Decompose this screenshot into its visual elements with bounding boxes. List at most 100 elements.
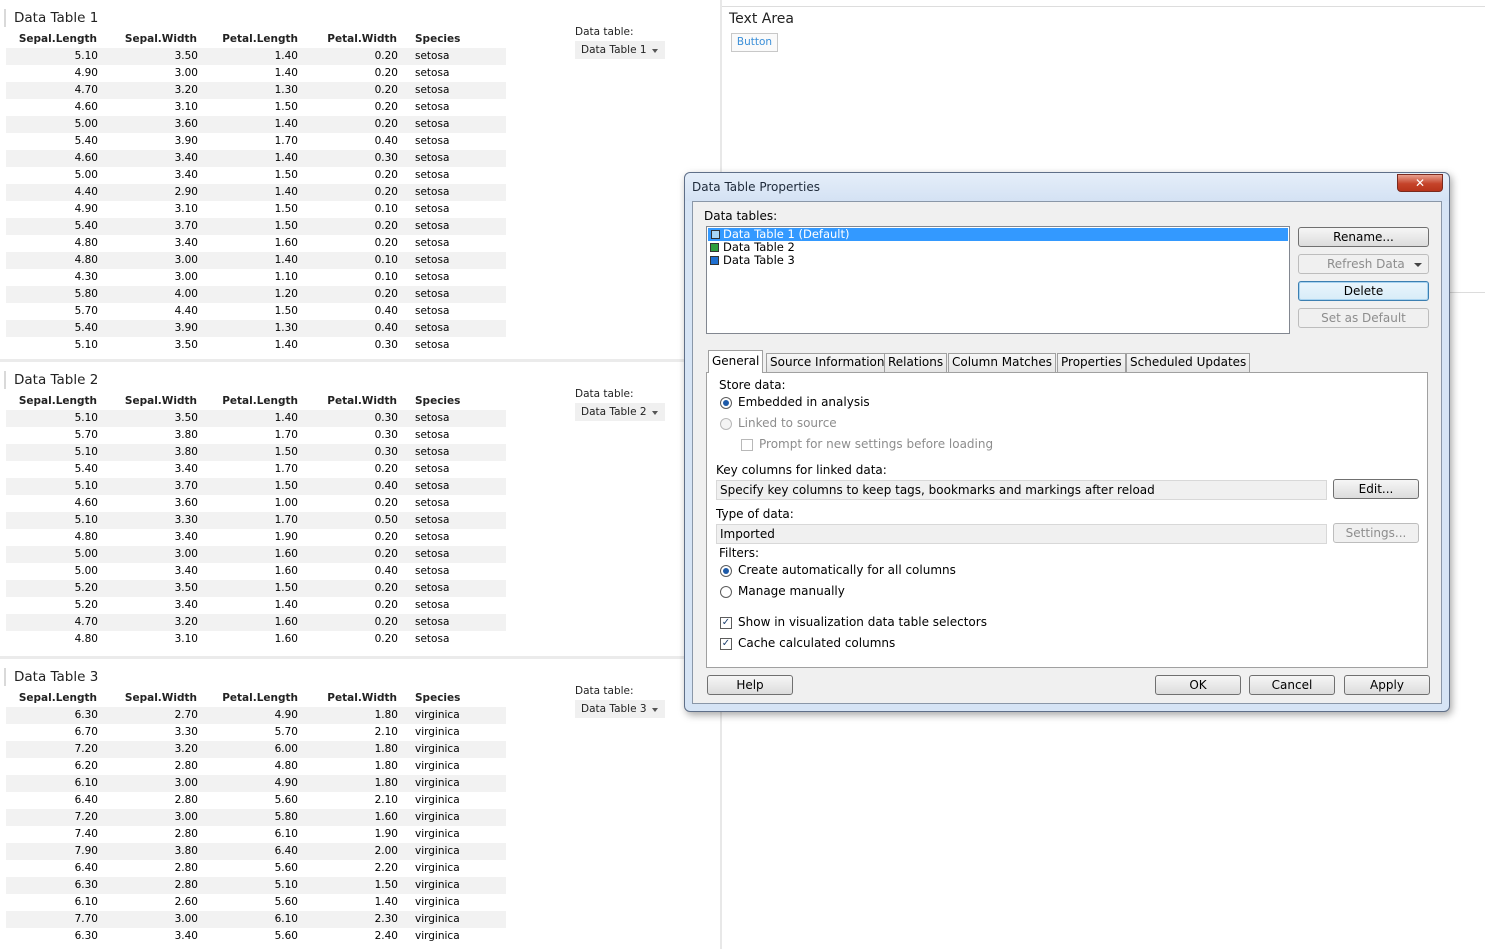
edit-button[interactable]: Edit...	[1333, 479, 1419, 499]
table-row[interactable]: 5.10 3.50 1.40 0.30 setosa	[6, 337, 506, 354]
tab-source-information[interactable]: Source Information	[766, 353, 889, 372]
table-cell: 3.00	[174, 777, 198, 789]
rename-button[interactable]: Rename...	[1298, 227, 1429, 247]
table-row[interactable]: 4.70 3.20 1.30 0.20 setosa	[6, 82, 506, 99]
table-cell: 4.80	[74, 254, 98, 266]
data-table-dropdown[interactable]: Data Table 2	[575, 403, 665, 421]
column-header[interactable]: Petal.Width	[327, 689, 397, 707]
table-row[interactable]: 6.10 3.00 4.90 1.80 virginica	[6, 775, 506, 792]
table-row[interactable]: 5.40 3.90 1.70 0.40 setosa	[6, 133, 506, 150]
table-row[interactable]: 4.90 3.00 1.40 0.20 setosa	[6, 65, 506, 82]
table-row[interactable]: 5.10 3.70 1.50 0.40 setosa	[6, 478, 506, 495]
table-row[interactable]: 4.60 3.10 1.50 0.20 setosa	[6, 99, 506, 116]
column-header[interactable]: Petal.Width	[327, 30, 397, 48]
column-header[interactable]: Petal.Length	[222, 689, 298, 707]
check-icon: ✓	[721, 638, 731, 649]
table-row[interactable]: 5.10 3.30 1.70 0.50 setosa	[6, 512, 506, 529]
table-cell: virginica	[415, 726, 460, 738]
table-row[interactable]: 6.30 3.40 5.60 2.40 virginica	[6, 928, 506, 945]
filter-manual-radio[interactable]	[720, 586, 732, 598]
table-row[interactable]: 5.40 3.40 1.70 0.20 setosa	[6, 461, 506, 478]
dropdown-arrow-icon	[652, 49, 658, 53]
table-cell: 5.40	[74, 220, 98, 232]
close-button[interactable]: ✕	[1397, 174, 1443, 192]
table-row[interactable]: 7.20 3.20 6.00 1.80 virginica	[6, 741, 506, 758]
show-in-selectors-checkbox[interactable]: ✓	[720, 617, 732, 629]
table-row[interactable]: 5.00 3.00 1.60 0.20 setosa	[6, 546, 506, 563]
table-row[interactable]: 5.20 3.50 1.50 0.20 setosa	[6, 580, 506, 597]
data-table-list-item[interactable]: Data Table 1 (Default)	[708, 228, 1288, 241]
table-row[interactable]: 5.10 3.80 1.50 0.30 setosa	[6, 444, 506, 461]
filter-auto-radio[interactable]	[720, 565, 732, 577]
table-row[interactable]: 4.30 3.00 1.10 0.10 setosa	[6, 269, 506, 286]
table-row[interactable]: 6.20 2.80 4.80 1.80 virginica	[6, 758, 506, 775]
cancel-button[interactable]: Cancel	[1249, 675, 1335, 695]
table-row[interactable]: 4.90 3.10 1.50 0.10 setosa	[6, 201, 506, 218]
table-row[interactable]: 5.00 3.40 1.60 0.40 setosa	[6, 563, 506, 580]
data-table-dropdown[interactable]: Data Table 1	[575, 41, 665, 59]
column-header[interactable]: Species	[415, 30, 460, 48]
table-row[interactable]: 5.10 3.50 1.40 0.20 setosa	[6, 48, 506, 65]
table-cell: setosa	[415, 169, 450, 181]
embedded-radio[interactable]	[720, 397, 732, 409]
table-row[interactable]: 5.80 4.00 1.20 0.20 setosa	[6, 286, 506, 303]
cache-columns-checkbox[interactable]: ✓	[720, 638, 732, 650]
refresh-data-button[interactable]: Refresh Data	[1298, 254, 1429, 274]
table-row[interactable]: 4.80 3.40 1.90 0.20 setosa	[6, 529, 506, 546]
table-row[interactable]: 6.30 2.70 4.90 1.80 virginica	[6, 707, 506, 724]
tab-general[interactable]: General	[708, 350, 764, 373]
table-row[interactable]: 4.80 3.00 1.40 0.10 setosa	[6, 252, 506, 269]
table-row[interactable]: 4.80 3.10 1.60 0.20 setosa	[6, 631, 506, 648]
data-table-list-item[interactable]: Data Table 3	[707, 254, 1289, 267]
column-header[interactable]: Sepal.Width	[125, 689, 197, 707]
table-row[interactable]: 4.60 3.40 1.40 0.30 setosa	[6, 150, 506, 167]
table-row[interactable]: 5.40 3.70 1.50 0.20 setosa	[6, 218, 506, 235]
apply-button[interactable]: Apply	[1344, 675, 1430, 695]
column-header[interactable]: Sepal.Width	[125, 392, 197, 410]
table-row[interactable]: 5.00 3.60 1.40 0.20 setosa	[6, 116, 506, 133]
column-header[interactable]: Petal.Width	[327, 392, 397, 410]
column-header[interactable]: Sepal.Length	[19, 689, 97, 707]
column-header[interactable]: Species	[415, 689, 460, 707]
table-row[interactable]: 5.20 3.40 1.40 0.20 setosa	[6, 597, 506, 614]
column-header[interactable]: Sepal.Length	[19, 392, 97, 410]
column-header[interactable]: Petal.Length	[222, 392, 298, 410]
table-row[interactable]: 7.20 3.00 5.80 1.60 virginica	[6, 809, 506, 826]
help-button[interactable]: Help	[707, 675, 793, 695]
text-area-button[interactable]: Button	[731, 33, 778, 52]
column-header[interactable]: Sepal.Width	[125, 30, 197, 48]
table-row[interactable]: 7.90 3.80 6.40 2.00 virginica	[6, 843, 506, 860]
linked-radio[interactable]	[720, 418, 732, 430]
column-header[interactable]: Sepal.Length	[19, 30, 97, 48]
table-row[interactable]: 4.80 3.40 1.60 0.20 setosa	[6, 235, 506, 252]
table-row[interactable]: 7.40 2.80 6.10 1.90 virginica	[6, 826, 506, 843]
table-row[interactable]: 6.70 3.30 5.70 2.10 virginica	[6, 724, 506, 741]
table-row[interactable]: 4.70 3.20 1.60 0.20 setosa	[6, 614, 506, 631]
table-row[interactable]: 6.40 2.80 5.60 2.20 virginica	[6, 860, 506, 877]
column-header[interactable]: Species	[415, 392, 460, 410]
table-row[interactable]: 4.40 2.90 1.40 0.20 setosa	[6, 184, 506, 201]
table-row[interactable]: 5.70 4.40 1.50 0.40 setosa	[6, 303, 506, 320]
settings-button[interactable]: Settings...	[1333, 523, 1419, 543]
table-row[interactable]: 5.10 3.50 1.40 0.30 setosa	[6, 410, 506, 427]
delete-button[interactable]: Delete	[1298, 281, 1429, 301]
table-row[interactable]: 5.70 3.80 1.70 0.30 setosa	[6, 427, 506, 444]
tab-column-matches[interactable]: Column Matches	[948, 353, 1057, 372]
set-as-default-button[interactable]: Set as Default	[1298, 308, 1429, 328]
table-row[interactable]: 6.30 2.80 5.10 1.50 virginica	[6, 877, 506, 894]
dialog-titlebar[interactable]: Data Table Properties ✕	[685, 173, 1449, 201]
prompt-checkbox[interactable]	[741, 439, 753, 451]
table-row[interactable]: 6.40 2.80 5.60 2.10 virginica	[6, 792, 506, 809]
data-tables-list[interactable]: Data Table 1 (Default) Data Table 2 Data T…	[706, 226, 1290, 334]
tab-relations[interactable]: Relations	[884, 353, 948, 372]
tab-scheduled-updates[interactable]: Scheduled Updates	[1126, 353, 1251, 372]
ok-button[interactable]: OK	[1155, 675, 1241, 695]
table-row[interactable]: 7.70 3.00 6.10 2.30 virginica	[6, 911, 506, 928]
table-row[interactable]: 5.00 3.40 1.50 0.20 setosa	[6, 167, 506, 184]
tab-properties[interactable]: Properties	[1057, 353, 1126, 372]
table-row[interactable]: 5.40 3.90 1.30 0.40 setosa	[6, 320, 506, 337]
column-header[interactable]: Petal.Length	[222, 30, 298, 48]
table-row[interactable]: 6.10 2.60 5.60 1.40 virginica	[6, 894, 506, 911]
table-row[interactable]: 4.60 3.60 1.00 0.20 setosa	[6, 495, 506, 512]
data-table-dropdown[interactable]: Data Table 3	[575, 700, 665, 718]
